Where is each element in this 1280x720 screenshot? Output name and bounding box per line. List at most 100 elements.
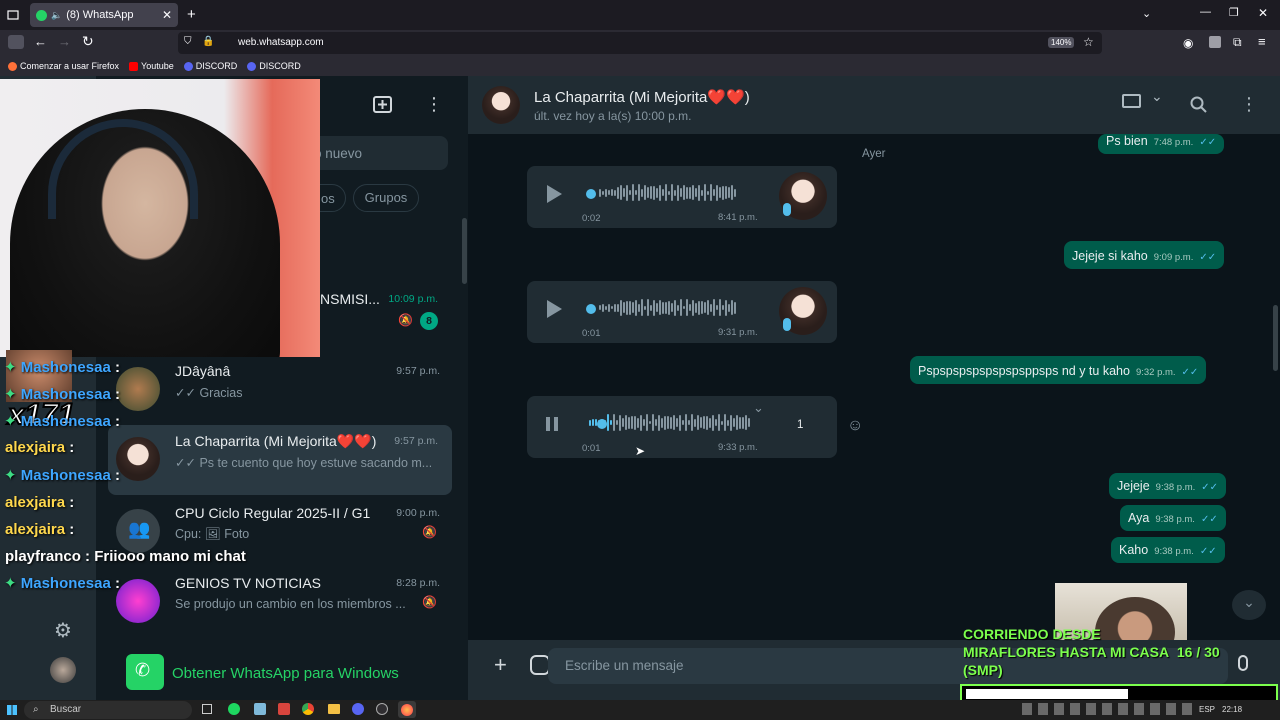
discord-taskbar-icon[interactable]: [352, 703, 364, 715]
conversation-scrollbar[interactable]: [1273, 305, 1278, 371]
contact-avatar[interactable]: [482, 86, 520, 124]
sidebar-toggle-icon[interactable]: [8, 35, 24, 49]
obs-icon[interactable]: [376, 703, 388, 715]
forward-icon[interactable]: →: [58, 34, 71, 49]
waveform-bar: [691, 414, 693, 431]
firefox-taskbar-icon[interactable]: [398, 701, 416, 718]
playhead-dot[interactable]: [586, 304, 596, 314]
waveform-bar: [688, 420, 690, 425]
voice-message-incoming[interactable]: 0:01 9:31 p.m.: [527, 281, 837, 343]
zoom-level[interactable]: 140%: [1048, 37, 1075, 48]
menu-icon[interactable]: ≡: [1258, 34, 1266, 49]
message-outgoing[interactable]: Jejeje si kaho 9:09 p.m. ✓✓: [1064, 241, 1225, 269]
waveform-bar: [748, 418, 750, 427]
profile-avatar[interactable]: [50, 657, 76, 683]
start-windows-icon[interactable]: [7, 705, 17, 715]
extensions-puzzle-icon[interactable]: ⧉: [1233, 35, 1242, 50]
voice-message-incoming[interactable]: 0:02 8:41 p.m.: [527, 166, 837, 228]
filter-chip-groups[interactable]: Grupos: [353, 184, 419, 212]
settings-gear-icon[interactable]: ⚙: [54, 618, 72, 643]
video-call-icon[interactable]: [1122, 94, 1141, 108]
chat-name: GENIOS TV NOTICIAS: [175, 575, 321, 591]
clock[interactable]: 22:18: [1222, 705, 1242, 714]
sticker-icon[interactable]: [530, 655, 550, 675]
message-outgoing[interactable]: Pspspspspspspspsppsps nd y tu kaho 9:32 …: [910, 356, 1207, 384]
new-chat-icon[interactable]: [373, 96, 393, 114]
close-window-icon[interactable]: ✕: [1258, 6, 1268, 20]
chat-menu-kebab-icon[interactable]: ⋮: [1240, 94, 1258, 114]
read-ticks-icon: ✓✓: [1199, 546, 1217, 557]
scroll-to-bottom-button[interactable]: ⌄: [1232, 590, 1266, 620]
waveform-bar: [655, 419, 657, 426]
spotify-icon[interactable]: [228, 703, 240, 715]
get-app-link[interactable]: Obtener WhatsApp para Windows: [172, 665, 399, 682]
waveform-bar: [731, 185, 733, 200]
pause-icon[interactable]: [546, 417, 550, 431]
menu-kebab-icon[interactable]: ⋮: [425, 94, 443, 114]
bookmark-star-icon[interactable]: ☆: [1083, 35, 1094, 49]
reload-icon[interactable]: ↻: [82, 33, 94, 50]
waveform-bar: [680, 299, 682, 316]
get-app-banner[interactable]: ✆ Obtener WhatsApp para Windows: [96, 642, 468, 700]
react-emoji-icon[interactable]: ☺: [847, 417, 863, 435]
back-icon[interactable]: ←: [34, 34, 47, 49]
language-indicator[interactable]: ESP: [1199, 705, 1215, 714]
taskbar-search[interactable]: ⌕ Buscar: [24, 701, 192, 719]
waveform-bar: [745, 415, 747, 430]
chat-item-1[interactable]: JDâyânâ 9:57 p.m. ✓✓ Gracias: [96, 355, 454, 425]
play-icon[interactable]: [547, 185, 562, 203]
restore-icon[interactable]: ❐: [1229, 6, 1239, 19]
playback-speed[interactable]: 1: [797, 419, 803, 431]
shield-icon[interactable]: ⛉: [184, 36, 192, 47]
waveform-bar: [635, 190, 637, 195]
contact-name[interactable]: La Chaparrita (Mi Mejorita❤️❤️): [534, 88, 750, 106]
playhead-dot[interactable]: [597, 419, 607, 429]
voice-duration: 0:01: [582, 443, 601, 454]
video-dropdown-chevron-icon[interactable]: ⌄: [1151, 88, 1163, 105]
tab-overflow-chevron-icon[interactable]: ⌄: [1142, 7, 1151, 20]
app-icon-2[interactable]: [278, 703, 290, 715]
account-icon[interactable]: ◉: [1183, 36, 1193, 50]
bookmark-firefox[interactable]: Comenzar a usar Firefox: [8, 61, 119, 71]
message-outgoing[interactable]: Kaho 9:38 p.m. ✓✓: [1111, 537, 1225, 563]
app-icon-1[interactable]: [254, 703, 266, 715]
conversation-header[interactable]: La Chaparrita (Mi Mejorita❤️❤️) últ. vez…: [468, 76, 1280, 134]
bookmark-youtube[interactable]: Youtube: [129, 61, 174, 71]
chrome-icon[interactable]: [302, 703, 314, 715]
message-outgoing[interactable]: Ps bien 7:48 p.m. ✓✓: [1098, 134, 1225, 154]
url-text[interactable]: web.whatsapp.com: [238, 37, 324, 48]
play-icon[interactable]: [547, 300, 562, 318]
minimize-icon[interactable]: —: [1200, 6, 1211, 18]
speaker-icon[interactable]: 🔈: [51, 10, 62, 21]
chat-item-4[interactable]: GENIOS TV NOTICIAS 8:28 p.m. Se produjo …: [96, 567, 454, 637]
close-tab-icon[interactable]: ✕: [162, 8, 172, 22]
waveform[interactable]: [599, 184, 736, 201]
attach-plus-icon[interactable]: +: [494, 652, 507, 678]
task-view-icon[interactable]: [202, 704, 212, 714]
waveform-bar: [668, 190, 670, 195]
bookmark-discord-2[interactable]: DISCORD: [247, 61, 301, 71]
waveform-bar: [692, 185, 694, 200]
message-outgoing[interactable]: Aya 9:38 p.m. ✓✓: [1120, 505, 1226, 531]
tab-list-icon[interactable]: [7, 9, 19, 21]
message-outgoing[interactable]: Jejeje 9:38 p.m. ✓✓: [1109, 473, 1227, 499]
browser-tab-whatsapp[interactable]: 🔈 (8) WhatsApp ✕: [30, 3, 178, 27]
system-tray-icons[interactable]: [1022, 703, 1192, 715]
extension-icon[interactable]: [1209, 36, 1221, 48]
chat-item-2[interactable]: La Chaparrita (Mi Mejorita❤️❤️) 9:57 p.m…: [108, 425, 452, 495]
search-icon[interactable]: [1190, 96, 1208, 114]
voice-message-playing[interactable]: ⌄ 1 0:01 9:33 p.m.: [527, 396, 837, 458]
message-options-chevron-icon[interactable]: ⌄: [753, 400, 764, 416]
bookmark-discord-1[interactable]: DISCORD: [183, 61, 237, 71]
waveform[interactable]: [589, 414, 750, 431]
new-tab-icon[interactable]: +: [187, 6, 196, 23]
folder-icon[interactable]: [328, 704, 340, 714]
avatar: [116, 437, 160, 481]
lock-icon[interactable]: 🔒: [202, 36, 214, 47]
playhead-dot[interactable]: [586, 189, 596, 199]
url-bar[interactable]: ⛉ 🔒 web.whatsapp.com 140% ☆: [178, 32, 1102, 54]
waveform-bar: [617, 303, 619, 312]
waveform[interactable]: [599, 299, 736, 316]
firefox-icon: [8, 61, 17, 71]
chat-list-scrollbar[interactable]: [462, 218, 467, 284]
